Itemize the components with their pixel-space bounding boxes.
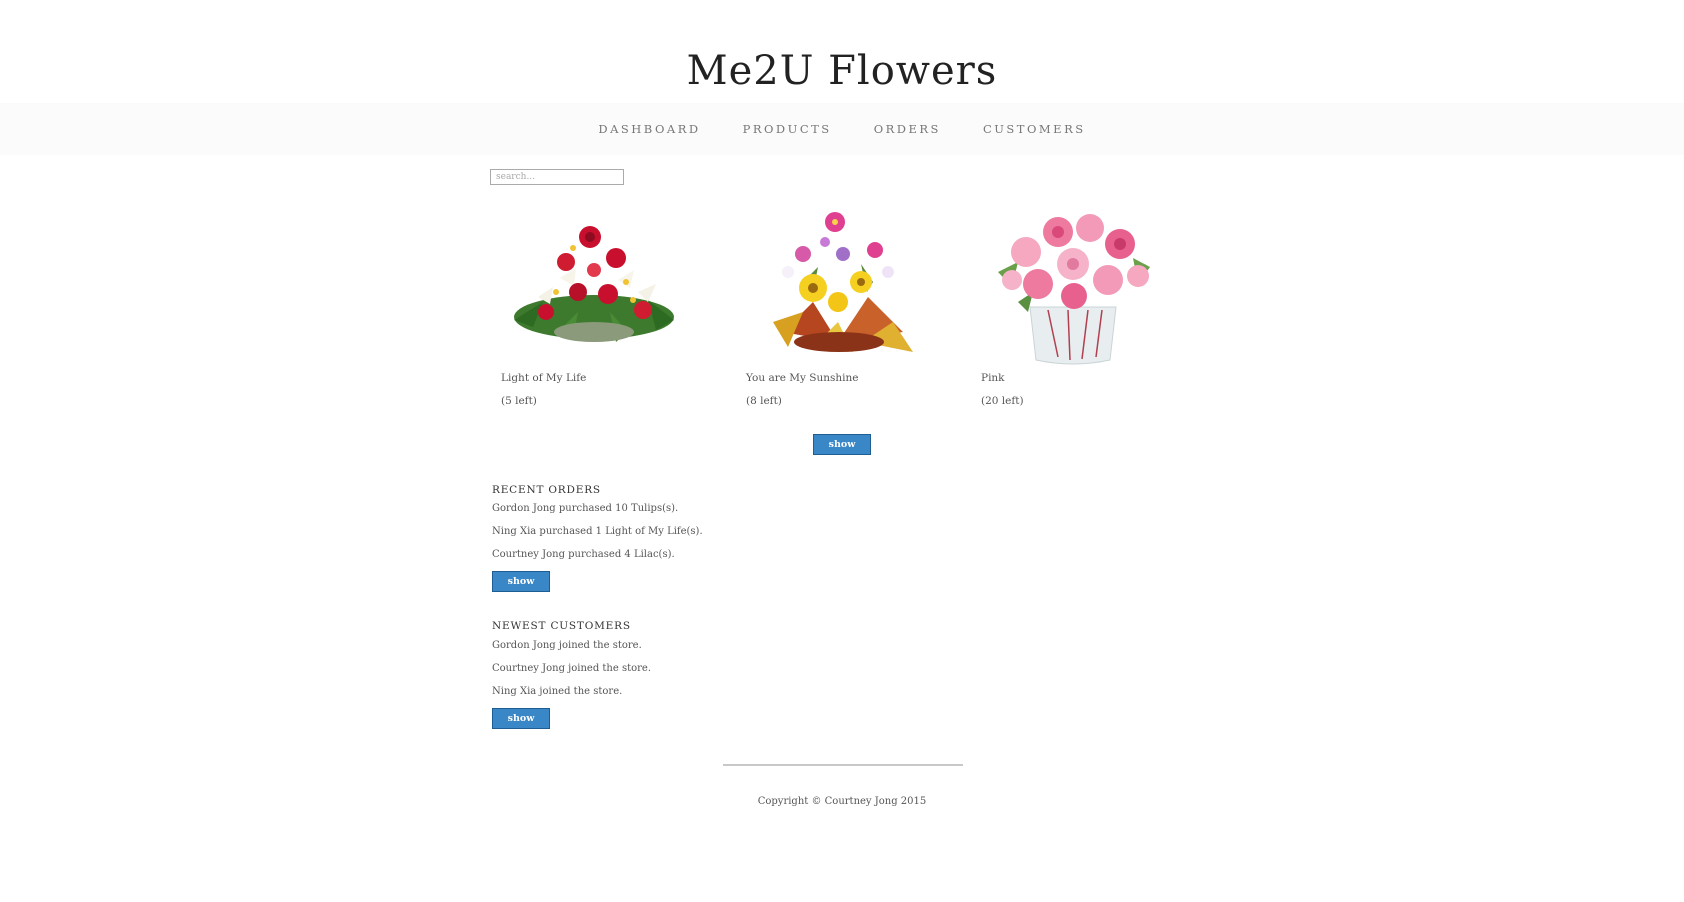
recent-orders-heading: RECENT ORDERS (492, 484, 601, 496)
nav-orders[interactable]: ORDERS (874, 122, 941, 136)
orders-show-more-button[interactable]: show more (492, 571, 550, 606)
footer-divider (723, 764, 963, 766)
product-name[interactable]: Pink (981, 372, 1005, 384)
product-stock: (20 left) (981, 395, 1024, 407)
product-stock: (8 left) (746, 395, 782, 407)
product-grid: Light of My Life (5 left) You are My Sun… (490, 192, 1195, 417)
main-nav: DASHBOARD PRODUCTS ORDERS CUSTOMERS (0, 103, 1684, 155)
site-title: Me2U Flowers (686, 48, 998, 94)
new-customer-item: Courtney Jong joined the store. (492, 663, 652, 674)
copyright-text: Copyright © Courtney Jong 2015 (757, 796, 927, 807)
new-customer-item: Gordon Jong joined the store. (492, 640, 642, 651)
newest-customers-heading: NEWEST CUSTOMERS (492, 620, 631, 632)
products-show-more-button[interactable]: show more (813, 434, 871, 469)
product-name[interactable]: You are My Sunshine (746, 372, 859, 384)
pink-roses-vase-icon[interactable] (978, 192, 1168, 370)
product-name[interactable]: Light of My Life (501, 372, 586, 384)
nav-dashboard[interactable]: DASHBOARD (598, 122, 700, 136)
recent-order-item: Ning Xia purchased 1 Light of My Life(s)… (492, 526, 703, 537)
customers-show-more-button[interactable]: show more (492, 708, 550, 743)
search-input[interactable] (490, 169, 624, 185)
product-stock: (5 left) (501, 395, 537, 407)
recent-order-item: Gordon Jong purchased 10 Tulips(s). (492, 503, 679, 514)
flower-arrangement-autumn-icon[interactable] (743, 192, 933, 370)
recent-order-item: Courtney Jong purchased 4 Lilac(s). (492, 549, 675, 560)
product-card[interactable]: Light of My Life (5 left) (490, 192, 700, 407)
flower-arrangement-red-white-icon[interactable] (498, 192, 688, 370)
product-card[interactable]: You are My Sunshine (8 left) (735, 192, 945, 407)
page: Me2U Flowers DASHBOARD PRODUCTS ORDERS C… (0, 0, 1684, 902)
nav-products[interactable]: PRODUCTS (743, 122, 832, 136)
product-card[interactable]: Pink (20 left) (970, 192, 1180, 407)
nav-customers[interactable]: CUSTOMERS (983, 122, 1086, 136)
new-customer-item: Ning Xia joined the store. (492, 686, 623, 697)
